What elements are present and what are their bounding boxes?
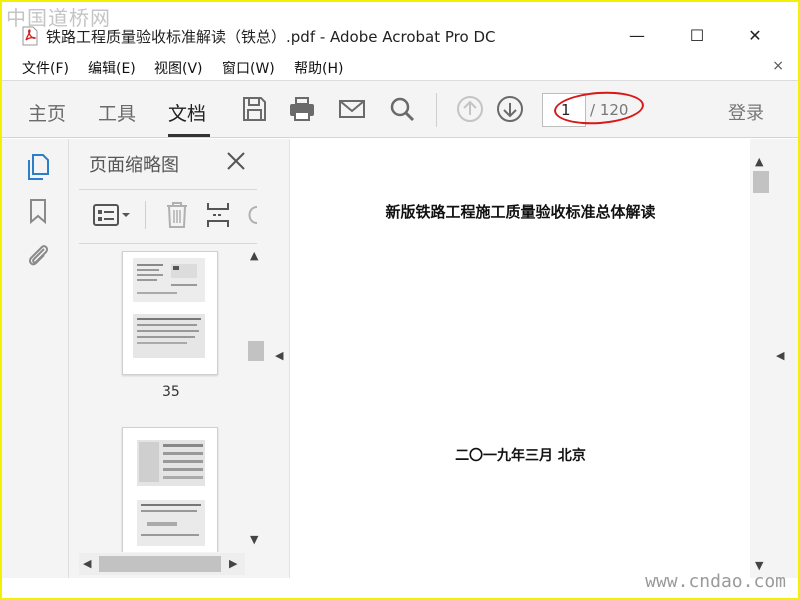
page-thumbnail-36[interactable] [122,427,218,552]
menu-file[interactable]: 文件(F) [22,58,69,78]
doc-scroll-thumb[interactable] [753,171,769,193]
scroll-up-icon[interactable]: ▲ [250,249,258,262]
scroll-thumb[interactable] [248,341,264,361]
minimize-button[interactable]: — [614,20,660,50]
watermark-bottom: www.cndao.com [645,571,786,592]
panel-divider-2 [79,243,257,244]
page-thumbnails-icon[interactable] [24,153,52,181]
close-icon: ✕ [748,25,762,45]
collapse-left-icon[interactable]: ◀ [275,349,283,362]
minimize-icon: — [629,25,645,45]
watermark-top: 中国道桥网 [6,6,111,30]
tab-document[interactable]: 文档 [168,99,206,126]
panel-divider [79,189,257,190]
expand-right-pane-icon[interactable]: ◀ [776,349,784,362]
thumbnails-panel: 页面缩略图 35 ▲ ▼ ◀ ▶ [69,139,269,578]
rotate-page-icon[interactable] [245,201,259,229]
save-icon[interactable] [240,95,268,123]
menu-help[interactable]: 帮助(H) [294,58,343,78]
thumbnails-horizontal-scrollbar[interactable]: ◀ ▶ [79,553,245,575]
window-title: 铁路工程质量验收标准解读（铁总）.pdf - Adobe Acrobat Pro… [46,28,496,46]
print-icon[interactable] [288,95,316,123]
menu-edit[interactable]: 编辑(E) [88,58,136,78]
close-document-button[interactable]: × [772,58,784,74]
toolbar-separator [436,93,437,127]
scroll-down-icon[interactable]: ▼ [250,533,258,546]
document-vertical-scrollbar[interactable]: ▲ ▼ [750,139,772,578]
email-icon[interactable] [338,95,366,123]
search-icon[interactable] [388,95,416,123]
document-view[interactable]: 新版铁路工程施工质量验收标准总体解读 二〇一九年三月 北京 [289,139,750,578]
close-window-button[interactable]: ✕ [732,20,778,50]
page-thumbnail-image [133,258,205,358]
insert-page-icon[interactable] [205,201,231,229]
thumbnail-page-label: 35 [162,384,180,400]
active-tab-indicator [168,134,210,137]
page-thumbnail-35[interactable] [122,251,218,375]
close-panel-icon[interactable] [224,149,248,173]
document-heading: 新版铁路工程施工质量验收标准总体解读 [385,203,656,221]
scroll-right-icon[interactable]: ▶ [229,557,237,570]
toolbar: 主页 工具 文档 1 / 120 登录 [2,80,798,138]
panel-tool-separator [145,201,146,229]
tab-home[interactable]: 主页 [28,99,66,126]
page-thumbnail-image [137,440,205,546]
scroll-left-icon[interactable]: ◀ [83,557,91,570]
attachment-icon[interactable] [24,241,52,269]
document-date: 二〇一九年三月 北京 [455,448,586,464]
thumbnail-list[interactable]: 35 [69,245,244,552]
panel-title: 页面缩略图 [89,155,179,176]
menu-bar: 文件(F) 编辑(E) 视图(V) 窗口(W) 帮助(H) × [2,54,798,80]
menu-view[interactable]: 视图(V) [154,58,203,78]
panel-splitter[interactable]: ◀ [269,139,289,578]
right-pane-toggle[interactable]: ◀ [772,139,798,578]
h-scroll-thumb[interactable] [99,556,221,572]
navigation-pane [2,139,69,578]
title-bar: 铁路工程质量验收标准解读（铁总）.pdf - Adobe Acrobat Pro… [2,2,798,54]
bookmark-icon[interactable] [24,197,52,225]
menu-window[interactable]: 窗口(W) [222,58,275,78]
maximize-button[interactable]: ☐ [674,20,720,50]
doc-scroll-up-icon[interactable]: ▲ [755,155,763,168]
next-page-icon[interactable] [496,95,524,123]
delete-page-icon[interactable] [165,201,189,229]
previous-page-icon[interactable] [456,95,484,123]
maximize-icon: ☐ [689,25,705,45]
login-button[interactable]: 登录 [728,99,764,125]
tab-tools[interactable]: 工具 [98,99,136,126]
thumbnail-options-icon[interactable] [93,203,131,227]
thumbnails-vertical-scrollbar[interactable]: ▲ ▼ [246,245,266,552]
